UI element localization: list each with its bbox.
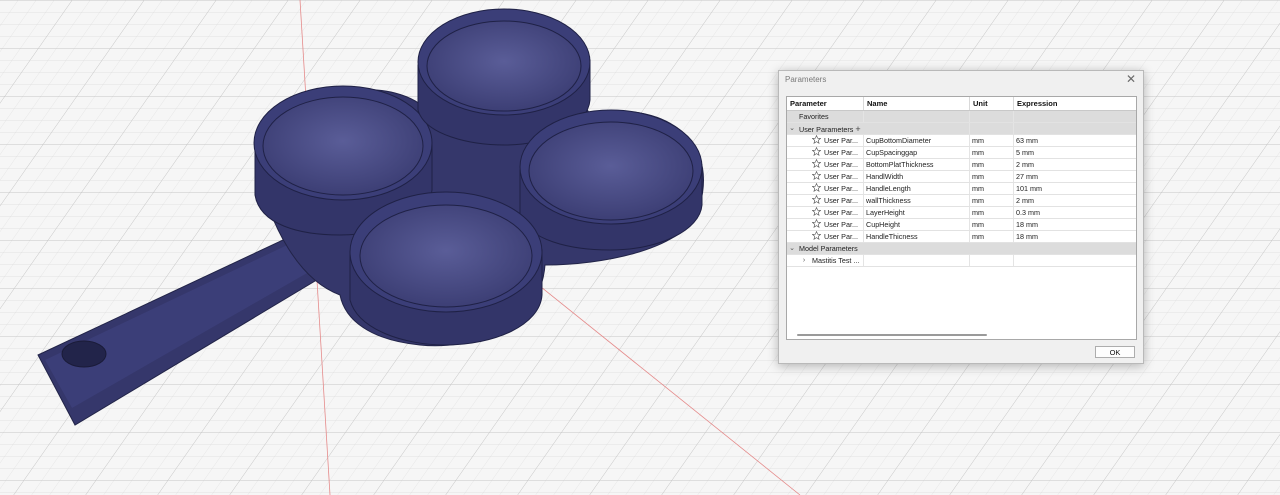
parameter-name[interactable]: CupBottomDiameter	[864, 135, 970, 146]
parameter-row[interactable]: User Par... HandleLength mm 101 mm	[787, 182, 1136, 195]
parameter-unit[interactable]: mm	[970, 135, 1014, 146]
add-parameter-icon[interactable]: +	[855, 124, 860, 134]
favorites-label: Favorites	[787, 111, 864, 122]
parameter-unit[interactable]: mm	[970, 147, 1014, 158]
model-parameters-group[interactable]: ⌄ Model Parameters	[787, 243, 1136, 255]
parameter-expression[interactable]: 101 mm	[1014, 183, 1136, 194]
parameter-type: User Par...	[787, 183, 864, 194]
column-header-unit[interactable]: Unit	[970, 97, 1014, 110]
model-parameters-label: Model Parameters	[799, 244, 858, 253]
parameter-expression[interactable]: 18 mm	[1014, 231, 1136, 242]
parameter-type: User Par...	[787, 219, 864, 230]
parameter-row[interactable]: User Par... CupHeight mm 18 mm	[787, 218, 1136, 231]
ok-button[interactable]: OK	[1095, 346, 1135, 358]
parameter-name[interactable]: wallThickness	[864, 195, 970, 206]
user-parameters-label: User Parameters	[799, 125, 854, 134]
parameter-unit[interactable]: mm	[970, 159, 1014, 170]
dialog-title: Parameters	[785, 75, 827, 84]
parameter-name[interactable]: BottomPlatThickness	[864, 159, 970, 170]
parameter-type: User Par...	[787, 207, 864, 218]
parameter-name[interactable]: CupHeight	[864, 219, 970, 230]
parameter-type: User Par...	[787, 135, 864, 146]
parameter-row[interactable]: User Par... LayerHeight mm 0.3 mm	[787, 206, 1136, 219]
parameter-unit[interactable]: mm	[970, 183, 1014, 194]
parameter-type: User Par...	[787, 195, 864, 206]
parameter-name[interactable]: HandlWidth	[864, 171, 970, 182]
close-icon[interactable]: ✕	[1124, 72, 1138, 86]
model-component-row[interactable]: › Mastitis Test ...	[787, 255, 1136, 267]
parameter-unit[interactable]: mm	[970, 231, 1014, 242]
parameter-unit[interactable]: mm	[970, 171, 1014, 182]
parameters-table: Parameter Name Unit Expression Favorites…	[786, 96, 1137, 340]
parameter-unit[interactable]: mm	[970, 207, 1014, 218]
parameter-name[interactable]: HandleThicness	[864, 231, 970, 242]
parameter-name[interactable]: HandleLength	[864, 183, 970, 194]
parameter-unit[interactable]: mm	[970, 195, 1014, 206]
parameter-row[interactable]: User Par... CupSpacinggap mm 5 mm	[787, 146, 1136, 159]
parameter-type: User Par...	[787, 159, 864, 170]
parameter-type: User Par...	[787, 147, 864, 158]
parameter-row[interactable]: User Par... CupBottomDiameter mm 63 mm	[787, 134, 1136, 147]
hang-hole	[61, 340, 107, 368]
parameter-expression[interactable]: 0.3 mm	[1014, 207, 1136, 218]
parameter-unit[interactable]: mm	[970, 219, 1014, 230]
parameter-expression[interactable]: 2 mm	[1014, 159, 1136, 170]
user-parameters-group[interactable]: ⌄ User Parameters +	[787, 123, 1136, 135]
parameter-name[interactable]: CupSpacinggap	[864, 147, 970, 158]
column-header-name[interactable]: Name	[864, 97, 970, 110]
column-header-parameter[interactable]: Parameter	[787, 97, 864, 110]
parameter-expression[interactable]: 18 mm	[1014, 219, 1136, 230]
parameter-expression[interactable]: 2 mm	[1014, 195, 1136, 206]
parameter-row[interactable]: User Par... HandlWidth mm 27 mm	[787, 170, 1136, 183]
parameter-expression[interactable]: 63 mm	[1014, 135, 1136, 146]
parameter-type: User Par...	[787, 171, 864, 182]
table-header: Parameter Name Unit Expression	[787, 97, 1136, 111]
parameter-row[interactable]: User Par... HandleThicness mm 18 mm	[787, 230, 1136, 243]
parameters-dialog: Parameters ✕ Parameter Name Unit Express…	[778, 70, 1144, 364]
cup-front	[349, 191, 543, 346]
cup-right	[519, 109, 703, 251]
parameter-expression[interactable]: 27 mm	[1014, 171, 1136, 182]
column-header-expression[interactable]: Expression	[1014, 97, 1136, 110]
parameter-row[interactable]: User Par... wallThickness mm 2 mm	[787, 194, 1136, 207]
model-component-name: Mastitis Test ...	[787, 255, 864, 266]
parameter-type: User Par...	[787, 231, 864, 242]
favorites-row[interactable]: Favorites	[787, 111, 1136, 123]
parameter-row[interactable]: User Par... BottomPlatThickness mm 2 mm	[787, 158, 1136, 171]
horizontal-scrollbar[interactable]	[797, 334, 987, 336]
parameter-name[interactable]: LayerHeight	[864, 207, 970, 218]
parameter-expression[interactable]: 5 mm	[1014, 147, 1136, 158]
